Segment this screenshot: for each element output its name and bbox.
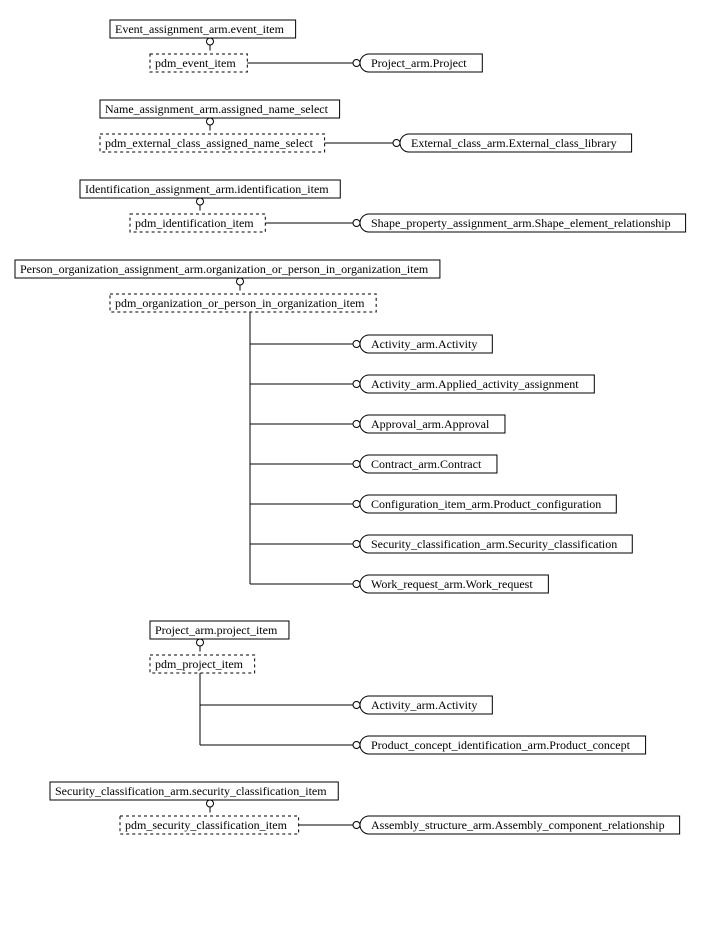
g4-leaf-2: Approval_arm.Approval bbox=[360, 415, 505, 433]
g4-leaf-1-label: Activity_arm.Applied_activity_assignment bbox=[371, 377, 579, 391]
g6-child: pdm_security_classification_item bbox=[120, 816, 299, 834]
connector-circle bbox=[353, 60, 360, 67]
g2-leaf-0: External_class_arm.External_class_librar… bbox=[400, 134, 632, 152]
connector-circle bbox=[353, 341, 360, 348]
g6-leaf-0-label: Assembly_structure_arm.Assembly_componen… bbox=[371, 818, 665, 832]
g2-leaf-0-label: External_class_arm.External_class_librar… bbox=[411, 136, 617, 150]
g1-parent: Event_assignment_arm.event_item bbox=[110, 20, 296, 38]
g4-leaf-6: Work_request_arm.Work_request bbox=[360, 575, 548, 593]
g5-parent: Project_arm.project_item bbox=[150, 621, 289, 639]
g5-leaf-0: Activity_arm.Activity bbox=[360, 696, 492, 714]
connector-circle bbox=[353, 220, 360, 227]
g4-child-label: pdm_organization_or_person_in_organizati… bbox=[115, 296, 365, 310]
g6-parent-label: Security_classification_arm.security_cla… bbox=[55, 784, 327, 798]
g4-parent-label: Person_organization_assignment_arm.organ… bbox=[20, 262, 429, 276]
g4-leaf-2-label: Approval_arm.Approval bbox=[371, 417, 490, 431]
connector-circle bbox=[207, 38, 214, 45]
g2-child: pdm_external_class_assigned_name_select bbox=[100, 134, 325, 152]
g1-parent-label: Event_assignment_arm.event_item bbox=[115, 22, 285, 36]
g2-parent-label: Name_assignment_arm.assigned_name_select bbox=[105, 102, 329, 116]
g6-parent: Security_classification_arm.security_cla… bbox=[50, 782, 338, 800]
connector-circle bbox=[353, 742, 360, 749]
g6-leaf-0: Assembly_structure_arm.Assembly_componen… bbox=[360, 816, 680, 834]
connector-circle bbox=[393, 140, 400, 147]
g4-leaf-3-label: Contract_arm.Contract bbox=[371, 457, 482, 471]
g3-leaf-0-label: Shape_property_assignment_arm.Shape_elem… bbox=[371, 216, 671, 230]
g4-child: pdm_organization_or_person_in_organizati… bbox=[110, 294, 376, 312]
g5-leaf-1-label: Product_concept_identification_arm.Produ… bbox=[371, 738, 631, 752]
g5-child-label: pdm_project_item bbox=[155, 657, 244, 671]
connector-circle bbox=[353, 461, 360, 468]
g2-child-label: pdm_external_class_assigned_name_select bbox=[105, 136, 314, 150]
expressg-diagram: Event_assignment_arm.event_item pdm_event… bbox=[0, 0, 714, 945]
connector-circle bbox=[237, 278, 244, 285]
g6-child-label: pdm_security_classification_item bbox=[125, 818, 288, 832]
g3-parent: Identification_assignment_arm.identifica… bbox=[80, 180, 340, 198]
connector-circle bbox=[353, 822, 360, 829]
g3-parent-label: Identification_assignment_arm.identifica… bbox=[85, 182, 329, 196]
g2-parent: Name_assignment_arm.assigned_name_select bbox=[100, 100, 340, 118]
connector-circle bbox=[207, 118, 214, 125]
g4-leaf-1: Activity_arm.Applied_activity_assignment bbox=[360, 375, 594, 393]
g4-leaf-0: Activity_arm.Activity bbox=[360, 335, 492, 353]
connector-circle bbox=[353, 421, 360, 428]
connector-circle bbox=[353, 541, 360, 548]
g4-leaf-4: Configuration_item_arm.Product_configura… bbox=[360, 495, 616, 513]
connector-circle bbox=[207, 800, 214, 807]
g4-parent: Person_organization_assignment_arm.organ… bbox=[15, 260, 440, 278]
g1-child: pdm_event_item bbox=[150, 54, 247, 72]
connector-circle bbox=[197, 639, 204, 646]
g1-child-label: pdm_event_item bbox=[155, 56, 236, 70]
connector-circle bbox=[353, 381, 360, 388]
connector-circle bbox=[197, 198, 204, 205]
g4-leaf-4-label: Configuration_item_arm.Product_configura… bbox=[371, 497, 601, 511]
g4-leaf-6-label: Work_request_arm.Work_request bbox=[371, 577, 533, 591]
connector-circle bbox=[353, 501, 360, 508]
g5-child: pdm_project_item bbox=[150, 655, 255, 673]
g4-leaf-5: Security_classification_arm.Security_cla… bbox=[360, 535, 632, 553]
g5-parent-label: Project_arm.project_item bbox=[155, 623, 278, 637]
g4-leaf-0-label: Activity_arm.Activity bbox=[371, 337, 477, 351]
connector-circle bbox=[353, 702, 360, 709]
g3-leaf-0: Shape_property_assignment_arm.Shape_elem… bbox=[360, 214, 686, 232]
g3-child: pdm_identification_item bbox=[130, 214, 265, 232]
g1-leaf-0: Project_arm.Project bbox=[360, 54, 482, 72]
g3-child-label: pdm_identification_item bbox=[135, 216, 254, 230]
g4-leaf-3: Contract_arm.Contract bbox=[360, 455, 497, 473]
g1-leaf-0-label: Project_arm.Project bbox=[371, 56, 467, 70]
connector-circle bbox=[353, 581, 360, 588]
g5-leaf-0-label: Activity_arm.Activity bbox=[371, 698, 477, 712]
g4-leaf-5-label: Security_classification_arm.Security_cla… bbox=[371, 537, 617, 551]
g5-leaf-1: Product_concept_identification_arm.Produ… bbox=[360, 736, 646, 754]
